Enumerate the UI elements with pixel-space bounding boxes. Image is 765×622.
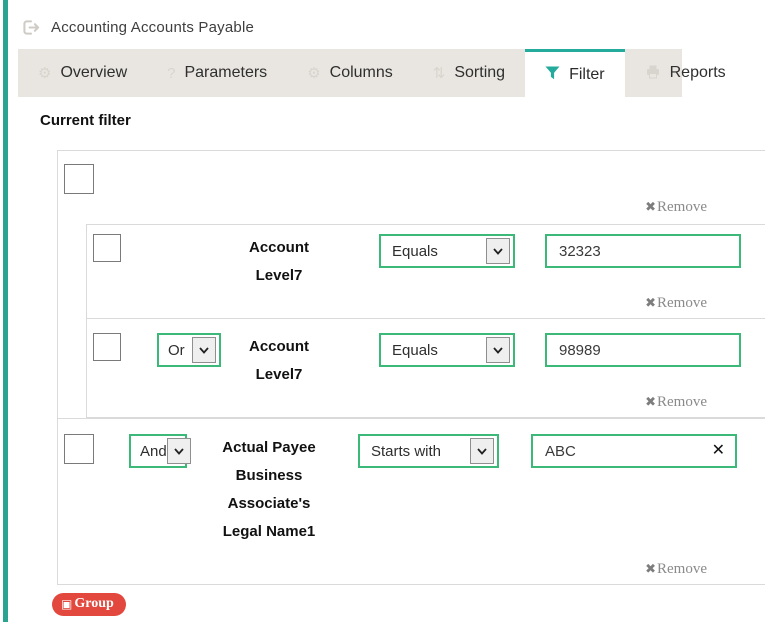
filter-row: Or Account Level7 Equals bbox=[87, 318, 765, 389]
operator-value: Equals bbox=[392, 342, 438, 359]
remove-x-icon: ✖ bbox=[645, 200, 656, 215]
group-checkbox[interactable] bbox=[64, 164, 94, 194]
gears-icon: ⚙ bbox=[307, 66, 320, 81]
filter-value-input[interactable] bbox=[545, 333, 741, 367]
left-accent-bar bbox=[3, 0, 8, 622]
filter-group: ✖Remove Account Level7 Equals bbox=[57, 150, 765, 585]
chevron-down-icon bbox=[486, 238, 510, 264]
operator-value: Starts with bbox=[371, 443, 441, 460]
export-arrow-icon bbox=[22, 19, 41, 36]
operator-select[interactable]: Starts with bbox=[358, 434, 499, 468]
conjunction-placeholder bbox=[157, 234, 221, 268]
printer-icon bbox=[645, 64, 661, 82]
row-checkbox[interactable] bbox=[93, 333, 121, 361]
logo-mark-icon: ▣ bbox=[61, 598, 72, 610]
conjunction-value: And bbox=[140, 443, 167, 460]
tab-label: Parameters bbox=[184, 64, 267, 82]
tab-filter[interactable]: Filter bbox=[525, 49, 625, 97]
chevron-down-icon bbox=[486, 337, 510, 363]
remove-label: Remove bbox=[657, 199, 707, 216]
remove-label: Remove bbox=[657, 394, 707, 411]
operator-value: Equals bbox=[392, 243, 438, 260]
tab-label: Overview bbox=[60, 64, 127, 82]
operator-select[interactable]: Equals bbox=[379, 333, 515, 367]
group-logo: ▣ Group bbox=[52, 593, 126, 616]
tab-columns[interactable]: ⚙ Columns bbox=[287, 49, 413, 97]
operator-select[interactable]: Equals bbox=[379, 234, 515, 268]
field-name-label: Actual Payee Business Associate's Legal … bbox=[219, 434, 319, 546]
conjunction-select[interactable]: Or bbox=[157, 333, 221, 367]
question-icon: ? bbox=[167, 66, 175, 81]
remove-row-link[interactable]: ✖Remove bbox=[645, 295, 707, 312]
remove-x-icon: ✖ bbox=[645, 296, 656, 311]
page: Accounting Accounts Payable ⚙ Overview ?… bbox=[0, 0, 765, 622]
tab-label: Filter bbox=[569, 66, 605, 84]
tab-label: Reports bbox=[670, 64, 726, 82]
funnel-icon bbox=[545, 66, 560, 83]
clear-input-icon[interactable]: ✕ bbox=[712, 441, 725, 461]
tab-parameters[interactable]: ? Parameters bbox=[147, 49, 287, 97]
tab-label: Columns bbox=[330, 64, 393, 82]
chevron-down-icon bbox=[470, 438, 494, 464]
filter-value-input[interactable] bbox=[545, 234, 741, 268]
conjunction-value: Or bbox=[168, 342, 185, 359]
tab-reports[interactable]: Reports bbox=[625, 49, 746, 97]
tab-bar: ⚙ Overview ? Parameters ⚙ Columns ⇅ Sort… bbox=[18, 49, 682, 97]
tab-sorting[interactable]: ⇅ Sorting bbox=[413, 49, 525, 97]
gears-icon: ⚙ bbox=[38, 66, 51, 81]
current-filter-heading: Current filter bbox=[40, 112, 765, 129]
row-checkbox[interactable] bbox=[64, 434, 94, 464]
remove-row-link[interactable]: ✖Remove bbox=[645, 394, 707, 411]
remove-label: Remove bbox=[657, 561, 707, 578]
filter-row: Account Level7 Equals bbox=[87, 225, 765, 290]
header: Accounting Accounts Payable bbox=[0, 0, 765, 36]
remove-x-icon: ✖ bbox=[645, 395, 656, 410]
field-name-label: Account Level7 bbox=[229, 333, 329, 389]
field-name-label: Account Level7 bbox=[229, 234, 329, 290]
conjunction-select[interactable]: And bbox=[129, 434, 187, 468]
remove-row-link[interactable]: ✖Remove bbox=[645, 561, 707, 578]
logo-text: Group bbox=[74, 596, 113, 612]
sort-icon: ⇅ bbox=[433, 66, 446, 81]
remove-label: Remove bbox=[657, 295, 707, 312]
page-title: Accounting Accounts Payable bbox=[51, 19, 254, 36]
filter-row: And Actual Payee Business Associate's Le… bbox=[58, 418, 765, 546]
filter-subgroup: Account Level7 Equals ✖Remove bbox=[86, 224, 765, 418]
filter-value-input[interactable] bbox=[531, 434, 737, 468]
chevron-down-icon bbox=[167, 438, 191, 464]
remove-x-icon: ✖ bbox=[645, 562, 656, 577]
tab-label: Sorting bbox=[454, 64, 505, 82]
chevron-down-icon bbox=[192, 337, 216, 363]
tab-overview[interactable]: ⚙ Overview bbox=[18, 49, 147, 97]
row-checkbox[interactable] bbox=[93, 234, 121, 262]
remove-group-link[interactable]: ✖Remove bbox=[645, 199, 707, 216]
